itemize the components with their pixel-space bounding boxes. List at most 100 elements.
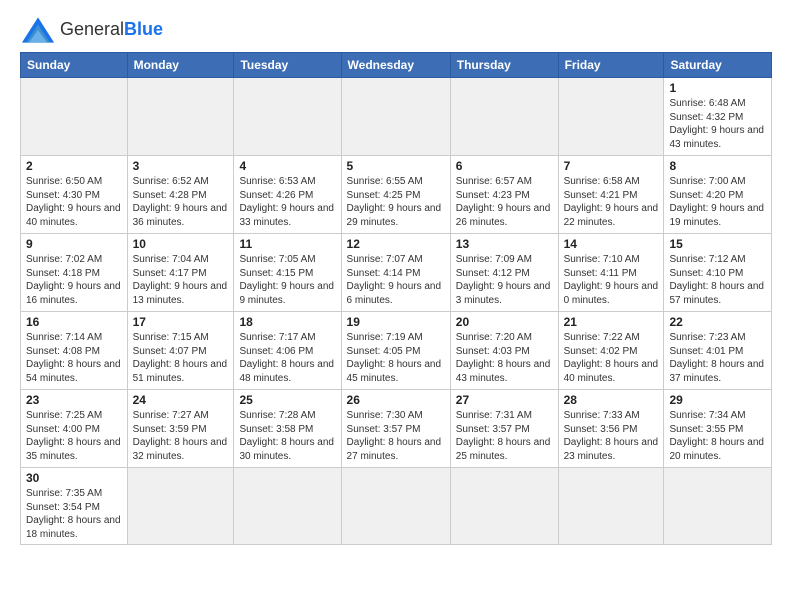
calendar-cell: 17 Sunrise: 7:15 AM Sunset: 4:07 PM Dayli…	[127, 312, 234, 390]
day-number: 21	[564, 315, 659, 329]
day-number: 4	[239, 159, 335, 173]
header: GeneralBlue	[20, 16, 772, 44]
calendar-cell: 26Sunrise: 7:30 AM Sunset: 3:57 PM Dayli…	[341, 390, 450, 468]
calendar-cell	[558, 78, 664, 156]
logo: GeneralBlue	[20, 16, 163, 44]
calendar-cell: 27 Sunrise: 7:31 AM Sunset: 3:57 PM Dayli…	[450, 390, 558, 468]
day-info: Sunrise: 7:00 AM Sunset: 4:20 PM Dayligh…	[669, 175, 766, 229]
day-info: Sunrise: 7:07 AM Sunset: 4:14 PM Dayligh…	[347, 253, 445, 307]
calendar-week-0: 1 Sunrise: 6:48 AM Sunset: 4:32 PM Daylig…	[21, 78, 772, 156]
day-number: 24	[133, 393, 229, 407]
day-number: 10	[133, 237, 229, 251]
day-info: Sunrise: 7:35 AM Sunset: 3:54 PM Dayligh…	[26, 487, 122, 541]
day-number: 19	[347, 315, 445, 329]
calendar-cell: 7Sunrise: 6:58 AM Sunset: 4:21 PM Daylig…	[558, 156, 664, 234]
day-number: 8	[669, 159, 766, 173]
calendar-cell: 18Sunrise: 7:17 AM Sunset: 4:06 PM Dayli…	[234, 312, 341, 390]
day-number: 14	[564, 237, 659, 251]
page: GeneralBlue SundayMondayTuesdayWednesday…	[0, 0, 792, 555]
calendar-header-row: SundayMondayTuesdayWednesdayThursdayFrid…	[21, 53, 772, 78]
calendar-cell: 22 Sunrise: 7:23 AM Sunset: 4:01 PM Dayli…	[664, 312, 772, 390]
day-number: 27	[456, 393, 553, 407]
weekday-header-monday: Monday	[127, 53, 234, 78]
day-number: 15	[669, 237, 766, 251]
calendar-cell: 6 Sunrise: 6:57 AM Sunset: 4:23 PM Daylig…	[450, 156, 558, 234]
calendar-cell: 23 Sunrise: 7:25 AM Sunset: 4:00 PM Dayli…	[21, 390, 128, 468]
day-number: 29	[669, 393, 766, 407]
calendar-week-4: 23 Sunrise: 7:25 AM Sunset: 4:00 PM Dayli…	[21, 390, 772, 468]
day-info: Sunrise: 7:23 AM Sunset: 4:01 PM Dayligh…	[669, 331, 766, 385]
calendar-cell	[341, 78, 450, 156]
calendar-cell	[664, 468, 772, 545]
day-number: 20	[456, 315, 553, 329]
calendar-cell: 9 Sunrise: 7:02 AM Sunset: 4:18 PM Daylig…	[21, 234, 128, 312]
calendar-cell: 5Sunrise: 6:55 AM Sunset: 4:25 PM Daylig…	[341, 156, 450, 234]
calendar-cell: 3 Sunrise: 6:52 AM Sunset: 4:28 PM Daylig…	[127, 156, 234, 234]
day-info: Sunrise: 6:52 AM Sunset: 4:28 PM Dayligh…	[133, 175, 229, 229]
calendar-cell	[450, 78, 558, 156]
day-number: 11	[239, 237, 335, 251]
calendar-table: SundayMondayTuesdayWednesdayThursdayFrid…	[20, 52, 772, 545]
day-info: Sunrise: 7:31 AM Sunset: 3:57 PM Dayligh…	[456, 409, 553, 463]
day-number: 13	[456, 237, 553, 251]
calendar-cell	[21, 78, 128, 156]
day-number: 23	[26, 393, 122, 407]
calendar-cell: 30 Sunrise: 7:35 AM Sunset: 3:54 PM Dayli…	[21, 468, 128, 545]
calendar-cell	[127, 78, 234, 156]
day-info: Sunrise: 6:57 AM Sunset: 4:23 PM Dayligh…	[456, 175, 553, 229]
calendar-cell: 13Sunrise: 7:09 AM Sunset: 4:12 PM Dayli…	[450, 234, 558, 312]
calendar-cell: 29 Sunrise: 7:34 AM Sunset: 3:55 PM Dayli…	[664, 390, 772, 468]
day-number: 17	[133, 315, 229, 329]
day-number: 6	[456, 159, 553, 173]
day-number: 30	[26, 471, 122, 485]
day-number: 25	[239, 393, 335, 407]
day-info: Sunrise: 7:02 AM Sunset: 4:18 PM Dayligh…	[26, 253, 122, 307]
logo-icon	[20, 16, 56, 44]
weekday-header-tuesday: Tuesday	[234, 53, 341, 78]
calendar-cell: 25Sunrise: 7:28 AM Sunset: 3:58 PM Dayli…	[234, 390, 341, 468]
day-number: 28	[564, 393, 659, 407]
day-number: 9	[26, 237, 122, 251]
weekday-header-wednesday: Wednesday	[341, 53, 450, 78]
calendar-week-1: 2 Sunrise: 6:50 AM Sunset: 4:30 PM Daylig…	[21, 156, 772, 234]
day-number: 3	[133, 159, 229, 173]
calendar-cell	[558, 468, 664, 545]
day-info: Sunrise: 7:12 AM Sunset: 4:10 PM Dayligh…	[669, 253, 766, 307]
calendar-cell	[450, 468, 558, 545]
calendar-cell: 11 Sunrise: 7:05 AM Sunset: 4:15 PM Dayli…	[234, 234, 341, 312]
calendar-cell: 21 Sunrise: 7:22 AM Sunset: 4:02 PM Dayli…	[558, 312, 664, 390]
day-info: Sunrise: 7:04 AM Sunset: 4:17 PM Dayligh…	[133, 253, 229, 307]
day-info: Sunrise: 7:20 AM Sunset: 4:03 PM Dayligh…	[456, 331, 553, 385]
day-number: 26	[347, 393, 445, 407]
calendar-cell	[234, 78, 341, 156]
day-info: Sunrise: 7:15 AM Sunset: 4:07 PM Dayligh…	[133, 331, 229, 385]
day-info: Sunrise: 6:50 AM Sunset: 4:30 PM Dayligh…	[26, 175, 122, 229]
calendar-cell: 2 Sunrise: 6:50 AM Sunset: 4:30 PM Daylig…	[21, 156, 128, 234]
day-info: Sunrise: 6:53 AM Sunset: 4:26 PM Dayligh…	[239, 175, 335, 229]
day-number: 18	[239, 315, 335, 329]
day-info: Sunrise: 7:25 AM Sunset: 4:00 PM Dayligh…	[26, 409, 122, 463]
logo-text: GeneralBlue	[60, 20, 163, 40]
day-number: 1	[669, 81, 766, 95]
day-info: Sunrise: 7:34 AM Sunset: 3:55 PM Dayligh…	[669, 409, 766, 463]
day-number: 7	[564, 159, 659, 173]
calendar-cell: 4 Sunrise: 6:53 AM Sunset: 4:26 PM Daylig…	[234, 156, 341, 234]
weekday-header-sunday: Sunday	[21, 53, 128, 78]
calendar-week-3: 16Sunrise: 7:14 AM Sunset: 4:08 PM Dayli…	[21, 312, 772, 390]
calendar-cell: 19Sunrise: 7:19 AM Sunset: 4:05 PM Dayli…	[341, 312, 450, 390]
day-number: 22	[669, 315, 766, 329]
day-info: Sunrise: 7:05 AM Sunset: 4:15 PM Dayligh…	[239, 253, 335, 307]
day-info: Sunrise: 7:22 AM Sunset: 4:02 PM Dayligh…	[564, 331, 659, 385]
day-info: Sunrise: 7:27 AM Sunset: 3:59 PM Dayligh…	[133, 409, 229, 463]
calendar-cell	[234, 468, 341, 545]
calendar-cell	[341, 468, 450, 545]
calendar-cell: 1 Sunrise: 6:48 AM Sunset: 4:32 PM Daylig…	[664, 78, 772, 156]
calendar-week-5: 30 Sunrise: 7:35 AM Sunset: 3:54 PM Dayli…	[21, 468, 772, 545]
day-number: 2	[26, 159, 122, 173]
calendar-cell: 14Sunrise: 7:10 AM Sunset: 4:11 PM Dayli…	[558, 234, 664, 312]
weekday-header-friday: Friday	[558, 53, 664, 78]
calendar-cell	[127, 468, 234, 545]
day-number: 12	[347, 237, 445, 251]
calendar-cell: 20 Sunrise: 7:20 AM Sunset: 4:03 PM Dayli…	[450, 312, 558, 390]
day-info: Sunrise: 6:48 AM Sunset: 4:32 PM Dayligh…	[669, 97, 766, 151]
